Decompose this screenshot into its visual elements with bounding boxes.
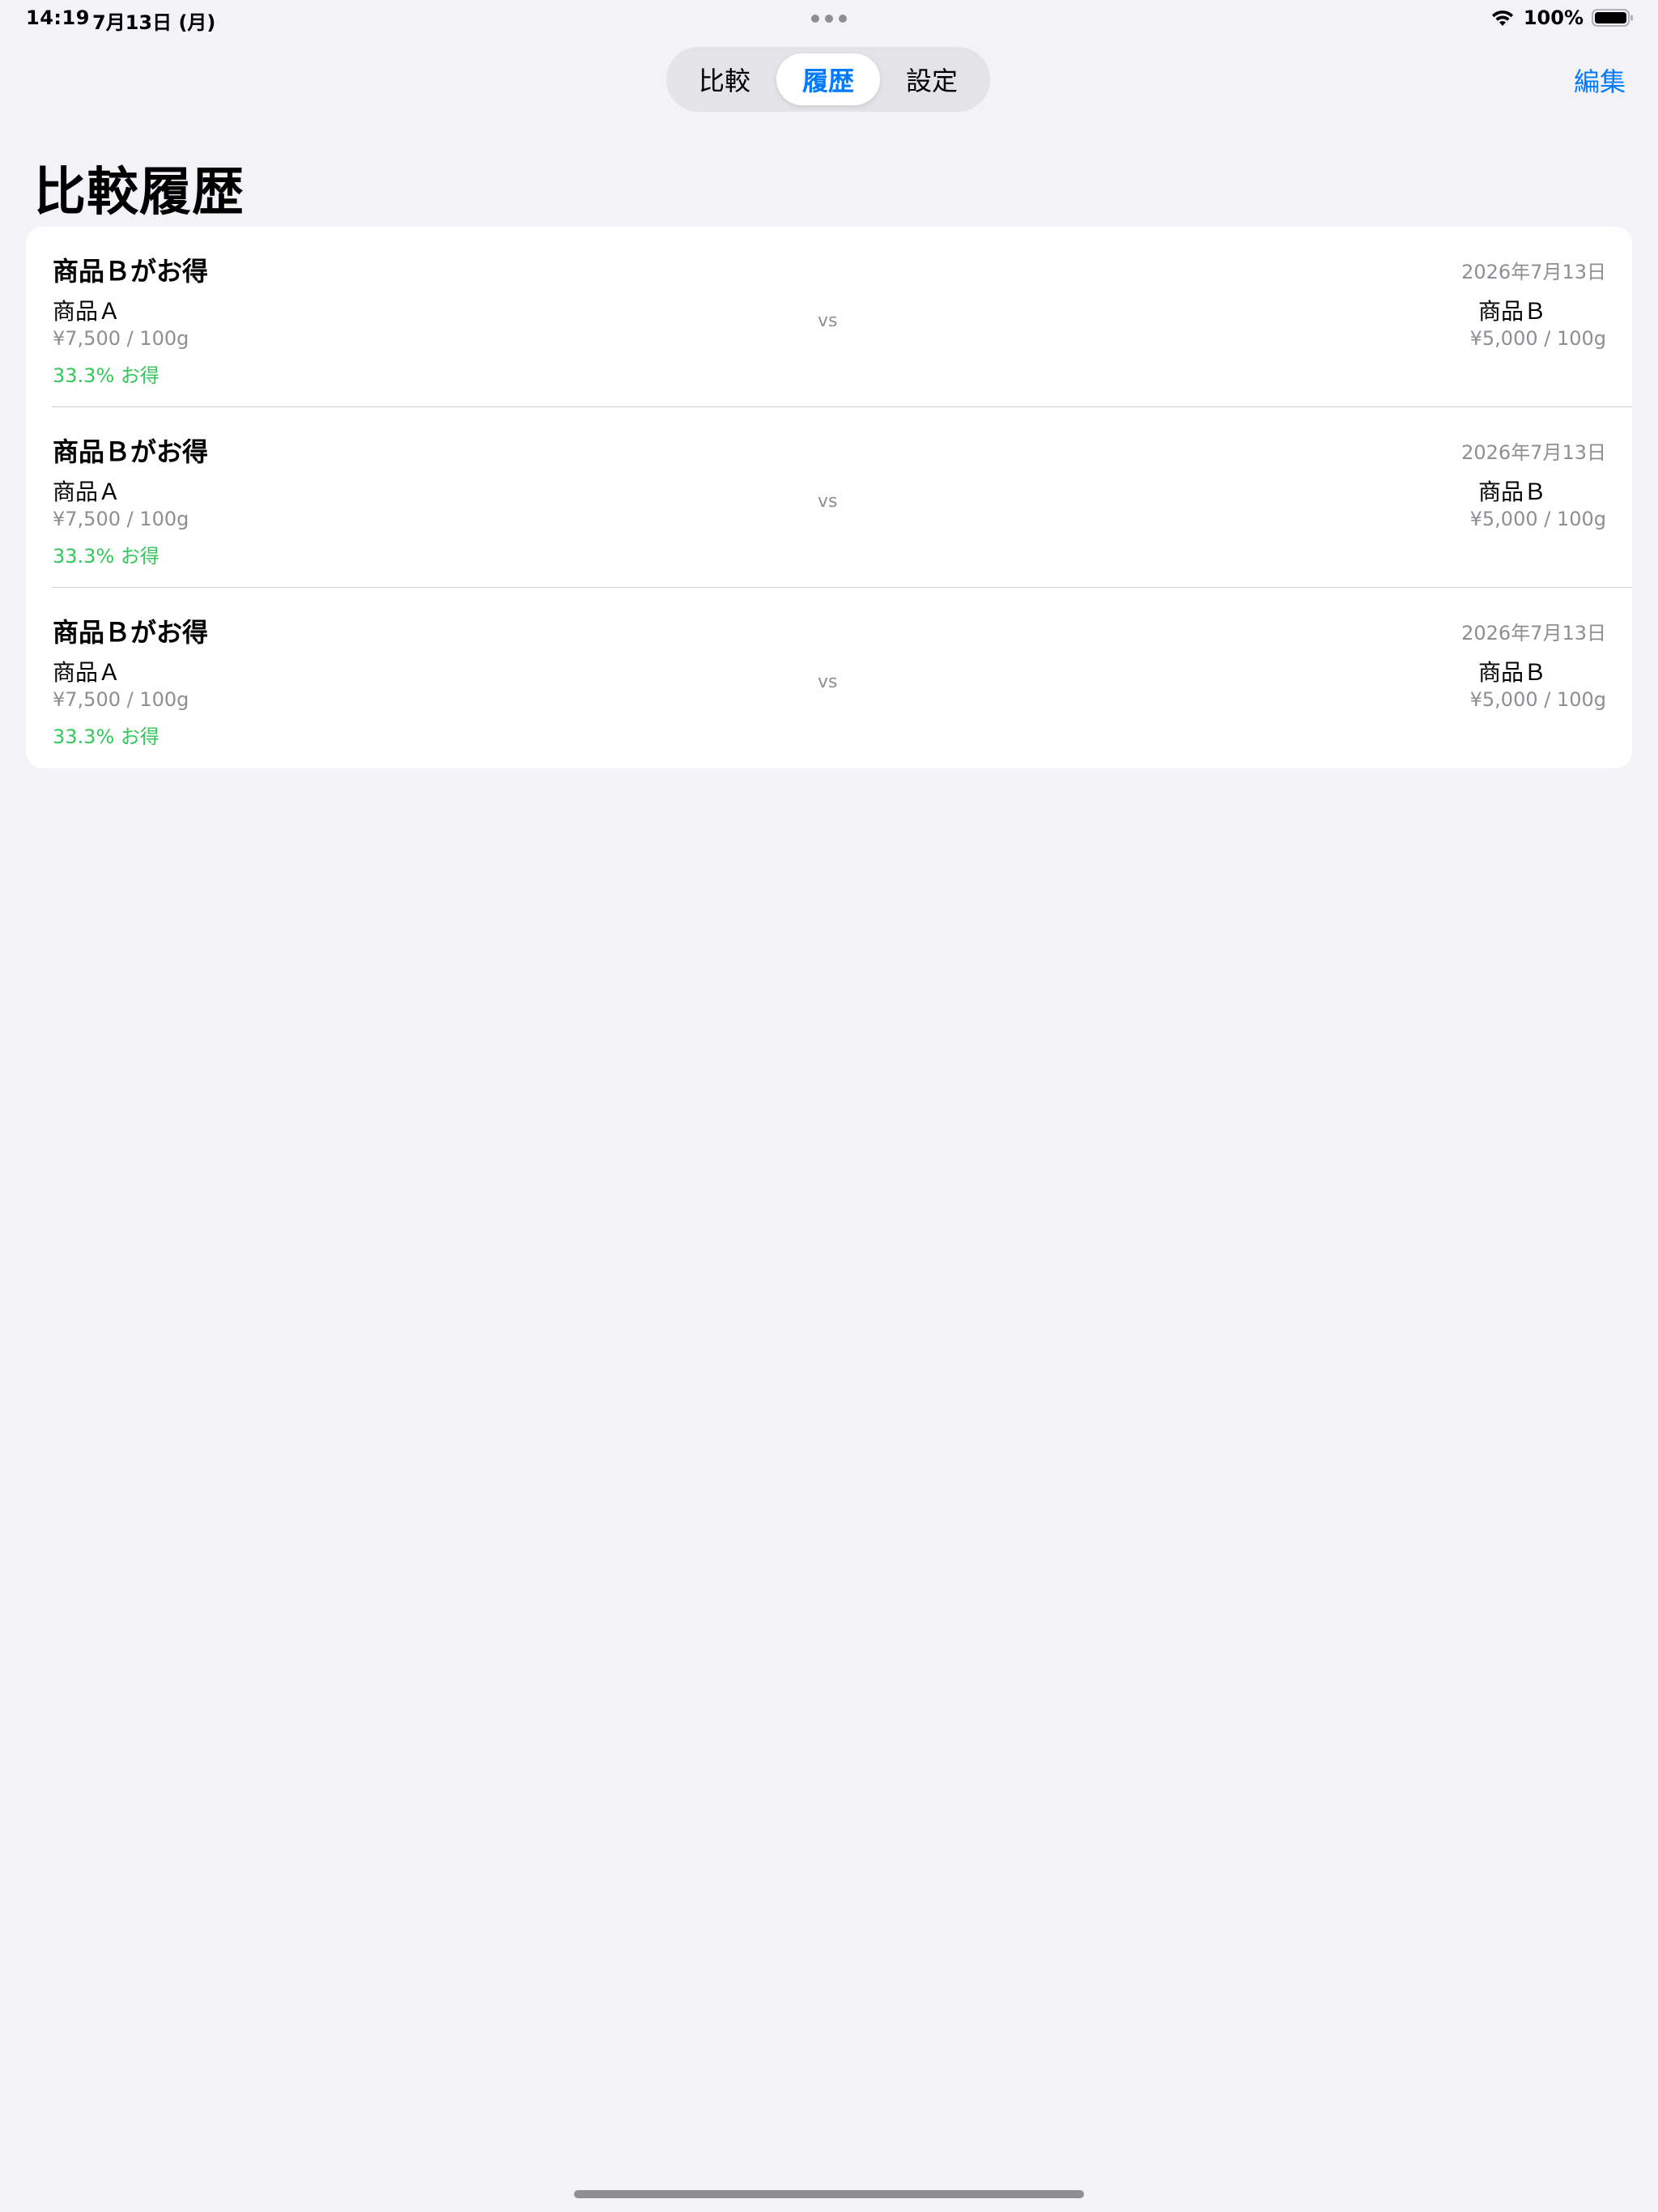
status-time: 14:19 (26, 6, 90, 29)
status-indicators: 100% (1490, 6, 1634, 29)
product-a-name: 商品Ａ (53, 298, 121, 325)
vs-label: vs (818, 672, 838, 692)
edit-button[interactable]: 編集 (1574, 62, 1626, 99)
savings-label: 33.3% お得 (53, 545, 159, 568)
battery-percentage: 100% (1523, 6, 1584, 29)
comparison-date: 2026年7月13日 (1461, 622, 1606, 644)
tab-segmented-control: 比較 履歴 設定 (666, 47, 990, 112)
product-b-unit-price: ¥5,000 / 100g (1469, 508, 1606, 530)
comparison-result-title: 商品Ｂがお得 (53, 436, 209, 467)
product-b-unit-price: ¥5,000 / 100g (1469, 688, 1606, 711)
savings-label: 33.3% お得 (53, 725, 159, 748)
product-b-unit-price: ¥5,000 / 100g (1469, 327, 1606, 350)
vs-label: vs (818, 491, 838, 512)
tab-history[interactable]: 履歴 (776, 53, 880, 105)
vs-label: vs (818, 311, 838, 331)
wifi-icon (1491, 10, 1513, 26)
multitasking-dots-icon[interactable] (811, 15, 847, 23)
comparison-result-title: 商品Ｂがお得 (53, 256, 209, 287)
history-list: 商品Ｂがお得 2026年7月13日 商品Ａ ¥7,500 / 100g 33.3… (26, 227, 1632, 768)
savings-label: 33.3% お得 (53, 364, 159, 387)
product-b-name: 商品Ｂ (1478, 659, 1547, 686)
history-row[interactable]: 商品Ｂがお得 2026年7月13日 商品Ａ ¥7,500 / 100g 33.3… (26, 227, 1632, 407)
page-title: 比較履歴 (34, 163, 244, 223)
history-row[interactable]: 商品Ｂがお得 2026年7月13日 商品Ａ ¥7,500 / 100g 33.3… (26, 407, 1632, 588)
history-row[interactable]: 商品Ｂがお得 2026年7月13日 商品Ａ ¥7,500 / 100g 33.3… (26, 588, 1632, 768)
comparison-date: 2026年7月13日 (1461, 441, 1606, 464)
product-a-name: 商品Ａ (53, 659, 121, 686)
product-b-name: 商品Ｂ (1478, 298, 1547, 325)
tab-compare[interactable]: 比較 (673, 53, 776, 105)
battery-icon (1592, 9, 1633, 27)
tab-settings[interactable]: 設定 (880, 53, 984, 105)
product-a-unit-price: ¥7,500 / 100g (53, 508, 189, 530)
product-a-unit-price: ¥7,500 / 100g (53, 688, 189, 711)
product-a-unit-price: ¥7,500 / 100g (53, 327, 189, 350)
product-b-name: 商品Ｂ (1478, 479, 1547, 505)
comparison-date: 2026年7月13日 (1461, 261, 1606, 283)
status-date: 7月13日 (月) (92, 11, 216, 34)
product-a-name: 商品Ａ (53, 479, 121, 505)
home-indicator[interactable] (574, 2190, 1084, 2198)
status-bar: 14:19 7月13日 (月) 100% (0, 0, 1658, 40)
comparison-result-title: 商品Ｂがお得 (53, 617, 209, 648)
